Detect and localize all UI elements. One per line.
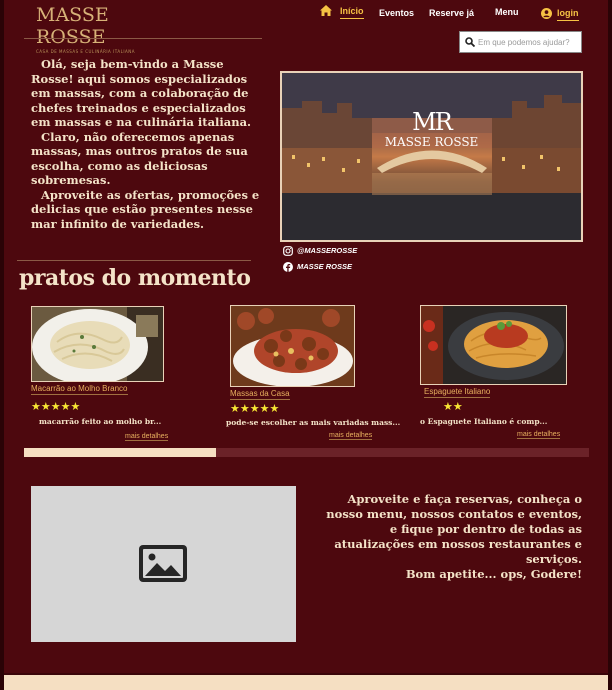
nav-login[interactable]: login xyxy=(557,8,579,21)
carousel-scrollbar[interactable] xyxy=(24,448,589,457)
intro-paragraph: Claro, não oferecemos apenas massas, mas… xyxy=(31,129,248,188)
intro-paragraph: Aproveite as ofertas, promoções e delici… xyxy=(31,187,260,231)
facebook-icon xyxy=(283,262,293,272)
instagram-icon xyxy=(283,246,293,256)
dish-card[interactable]: Macarrão ao Molho Branco ★★★★★ macarrão … xyxy=(30,305,220,445)
more-details-link[interactable]: mais detalhes xyxy=(517,431,561,439)
search-box xyxy=(459,31,582,53)
brand-logo[interactable]: MASSE ROSSE CASA DE MASSAS E CULINÁRIA I… xyxy=(36,4,166,54)
search-input[interactable] xyxy=(478,35,578,49)
image-placeholder xyxy=(31,486,296,642)
carousel-scroll-thumb[interactable] xyxy=(24,448,216,457)
nav-reserve[interactable]: Reserve já xyxy=(429,8,474,18)
hero-image: MR MASSE ROSSE xyxy=(280,71,583,242)
rating-stars: ★★ xyxy=(443,400,463,413)
nav-home[interactable]: Início xyxy=(340,6,364,19)
hero-monogram: MR xyxy=(412,108,453,136)
venice-scene xyxy=(282,73,581,240)
rating-stars: ★★★★★ xyxy=(230,402,280,415)
brand-tagline: CASA DE MASSAS E CULINÁRIA ITALIANA xyxy=(36,49,135,54)
instagram-handle: @MASSEROSSE xyxy=(297,246,358,255)
footer-bar xyxy=(4,675,608,690)
rating-stars: ★★★★★ xyxy=(31,400,81,413)
hero-logo: MR MASSE ROSSE xyxy=(282,109,581,149)
dish-card[interactable]: Espaguete Italiano ★★ o Espaguete Italia… xyxy=(419,305,609,445)
header-divider xyxy=(24,38,262,39)
search-icon[interactable] xyxy=(465,37,475,47)
dish-image[interactable] xyxy=(420,305,567,385)
facebook-handle: MASSE ROSSE xyxy=(297,262,353,271)
nav-menu[interactable]: Menu xyxy=(495,7,519,17)
intro-text: Olá, seja bem-vindo a Masse Rosse! aqui … xyxy=(31,57,263,231)
dish-name[interactable]: Espaguete Italiano xyxy=(424,387,491,398)
brand-name: MASSE ROSSE xyxy=(36,4,109,48)
dish-description: macarrão feito ao molho br... xyxy=(39,417,162,426)
cta-closing: Bom apetite... ops, Godere! xyxy=(405,567,582,581)
user-icon[interactable] xyxy=(541,8,552,19)
dish-name[interactable]: Massas da Casa xyxy=(230,389,290,400)
section-divider xyxy=(17,260,251,261)
home-icon[interactable] xyxy=(320,5,332,16)
intro-paragraph: Olá, seja bem-vindo a Masse Rosse! aqui … xyxy=(31,57,252,129)
dish-name[interactable]: Macarrão ao Molho Branco xyxy=(31,384,128,395)
hero-brand-name: MASSE ROSSE xyxy=(384,135,479,149)
image-icon xyxy=(139,545,187,582)
cta-text: Aproveite e faça reservas, conheça o nos… xyxy=(318,492,582,582)
page-frame-left xyxy=(0,0,4,690)
dish-image[interactable] xyxy=(230,305,355,387)
dish-description: pode-se escolher as mais variadas mass..… xyxy=(226,418,401,427)
dish-description: o Espaguete Italiano é comp... xyxy=(420,417,548,426)
dish-card[interactable]: Massas da Casa ★★★★★ pode-se escolher as… xyxy=(226,305,419,445)
cta-paragraph: Aproveite e faça reservas, conheça o nos… xyxy=(326,492,582,566)
section-title: pratos do momento xyxy=(19,265,251,291)
more-details-link[interactable]: mais detalhes xyxy=(329,432,373,440)
dish-image[interactable] xyxy=(31,306,164,382)
nav-events[interactable]: Eventos xyxy=(379,8,414,18)
more-details-link[interactable]: mais detalhes xyxy=(125,433,169,441)
